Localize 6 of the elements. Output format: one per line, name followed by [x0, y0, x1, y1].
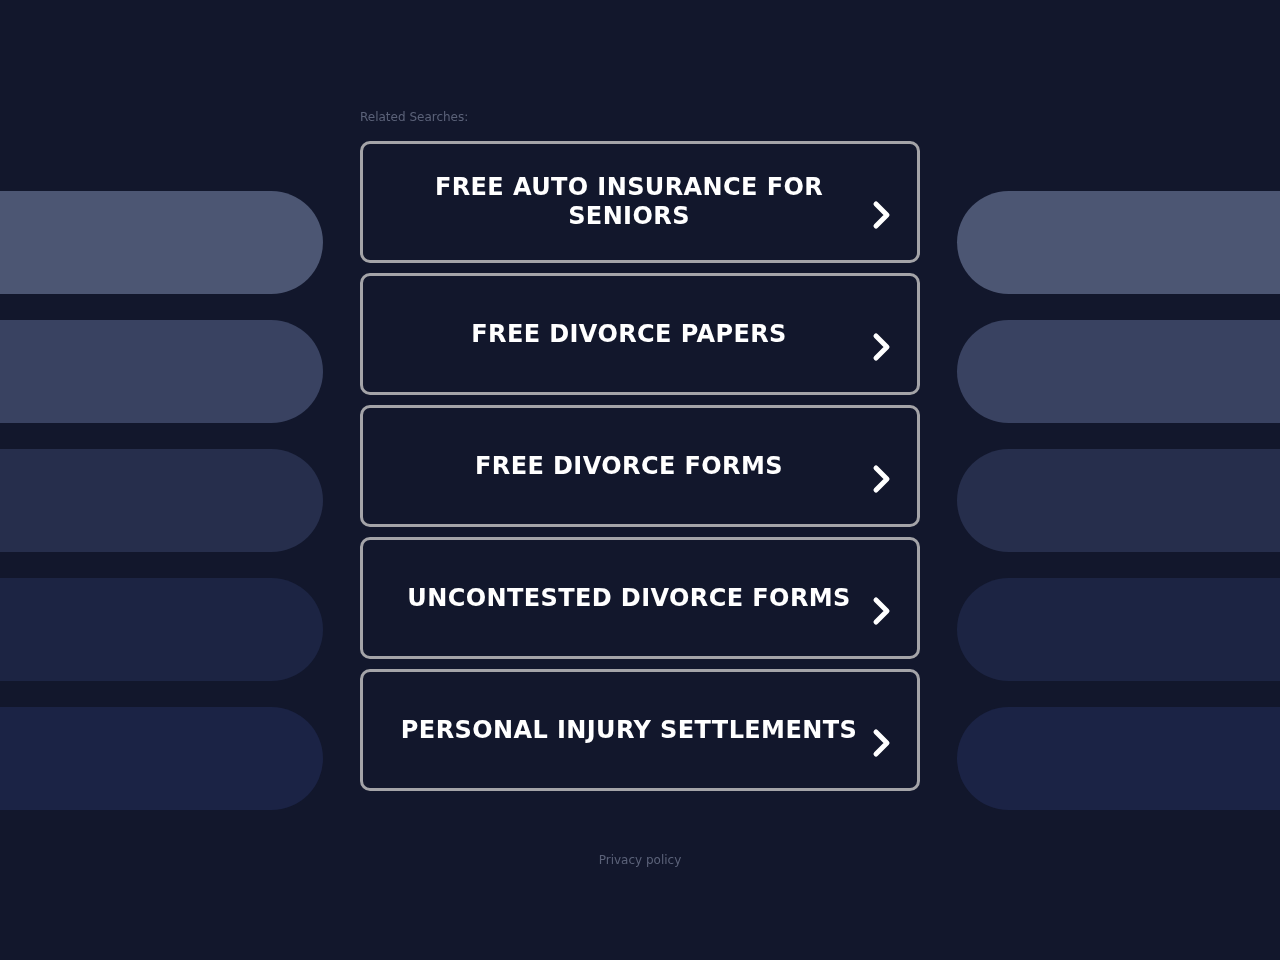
related-search-link[interactable]: FREE AUTO INSURANCE FOR SENIORS	[360, 141, 920, 263]
related-search-link[interactable]: UNCONTESTED DIVORCE FORMS	[360, 537, 920, 659]
related-search-link[interactable]: FREE DIVORCE FORMS	[360, 405, 920, 527]
related-searches-label: Related Searches:	[360, 110, 469, 125]
related-search-link[interactable]: PERSONAL INJURY SETTLEMENTS	[360, 669, 920, 791]
related-search-link[interactable]: FREE DIVORCE PAPERS	[360, 273, 920, 395]
